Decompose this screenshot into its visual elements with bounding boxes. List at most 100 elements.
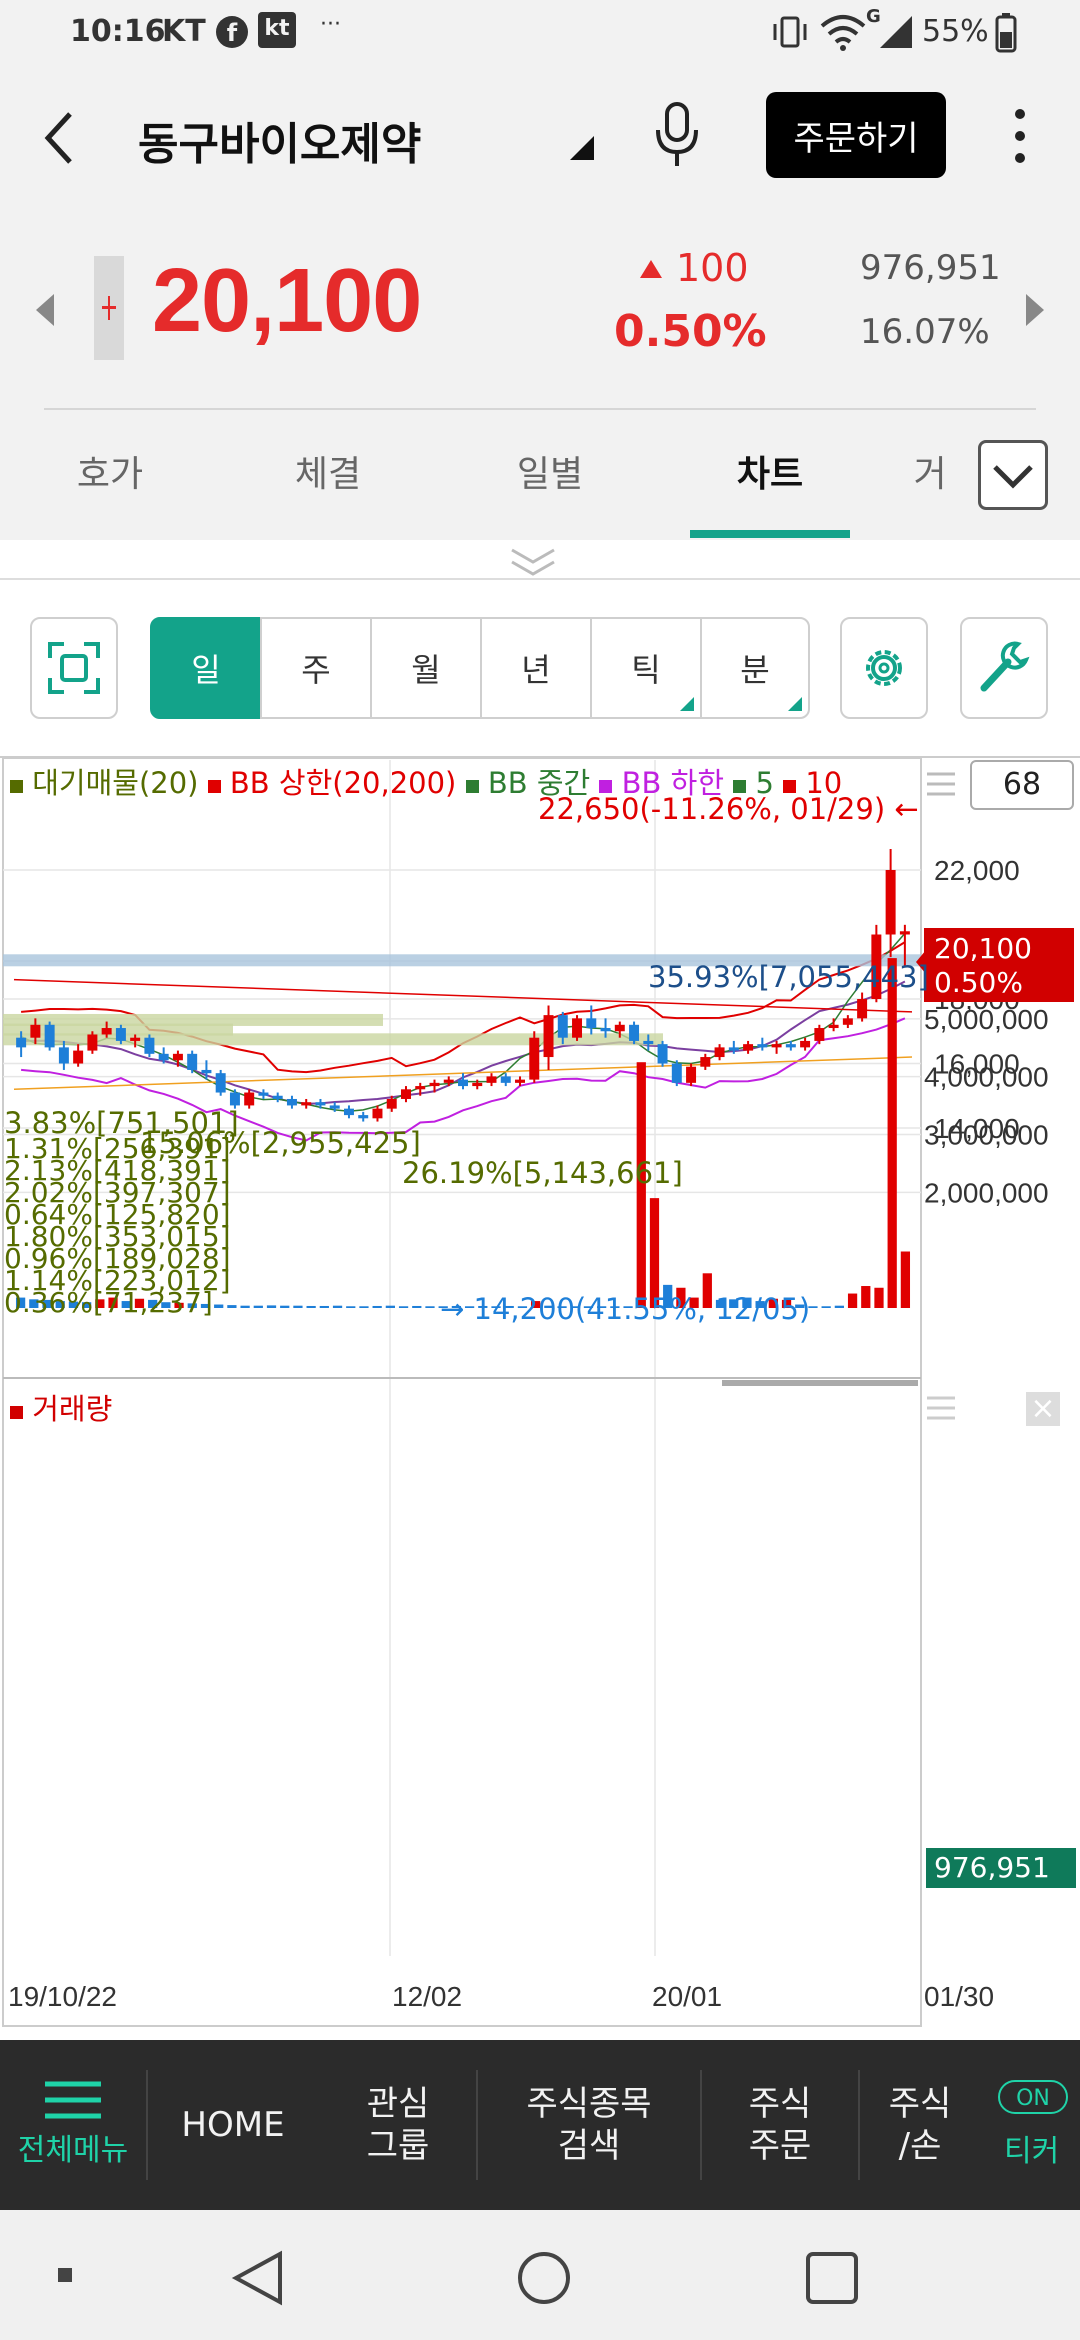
volume-tag: 976,951 <box>926 1848 1076 1888</box>
volume-bar <box>847 1293 858 1308</box>
fullscreen-button[interactable] <box>30 617 118 719</box>
tab-more[interactable]: 거 <box>900 445 960 497</box>
candle-body <box>500 1076 511 1083</box>
close-icon[interactable]: × <box>1026 1392 1060 1426</box>
candle-body <box>73 1050 84 1064</box>
candle-body <box>244 1092 255 1106</box>
candle-body <box>800 1040 811 1048</box>
candle-body <box>286 1098 297 1106</box>
order-button[interactable]: 주문하기 <box>766 92 946 178</box>
period-year-button[interactable]: 년 <box>480 617 592 719</box>
vibrate-icon <box>773 16 807 48</box>
candle-body <box>101 1028 112 1035</box>
volume-bar <box>266 1305 277 1308</box>
microphone-icon[interactable] <box>652 100 702 170</box>
battery-icon <box>995 13 1017 53</box>
tab-active-indicator <box>690 530 850 538</box>
trade-volume: 976,951 <box>860 248 1001 288</box>
nav-watchlist[interactable]: 관심 그룹 <box>320 2040 476 2210</box>
volume-bar <box>385 1305 395 1308</box>
volume-tick-label: 4,000,000 <box>924 1062 1049 1093</box>
volume-bar <box>293 1305 303 1308</box>
nav-separator <box>700 2070 702 2180</box>
nav-stock-pl[interactable]: 주식 /손 <box>860 2040 980 2210</box>
corner-triangle-icon <box>788 697 802 711</box>
tab-orderbook[interactable]: 호가 <box>40 445 180 497</box>
period-day-button[interactable]: 일 <box>150 617 262 719</box>
scroll-thumb[interactable] <box>722 1380 918 1386</box>
candle-body <box>857 999 868 1019</box>
candle-body <box>187 1053 198 1070</box>
candle-body <box>557 1015 568 1038</box>
period-minute-button[interactable]: 분 <box>700 617 810 719</box>
high-price-label: 22,650(-11.26%, 01/29) ← <box>538 792 919 826</box>
candle-body <box>258 1092 269 1096</box>
nav-all-menu[interactable]: 전체메뉴 <box>0 2040 146 2210</box>
candle-body <box>301 1102 312 1106</box>
fullscreen-icon <box>48 642 100 694</box>
back-arrow-icon[interactable] <box>40 108 80 168</box>
current-price: 20,100 <box>152 251 422 351</box>
nav-stock-order[interactable]: 주식 주문 <box>702 2040 858 2210</box>
candle-body <box>671 1063 682 1083</box>
volume-menu-icon[interactable] <box>924 1392 958 1424</box>
candle-body <box>771 1044 782 1048</box>
vp-small-labels: 1.31%[256,391] 2.13%[418,391] 2.02%[397,… <box>4 1132 231 1319</box>
nav-home[interactable]: HOME <box>148 2040 318 2210</box>
period-tick-button[interactable]: 틱 <box>590 617 702 719</box>
candle-body <box>885 870 896 935</box>
candle-body <box>87 1034 98 1051</box>
more-menu-icon[interactable] <box>1005 106 1035 166</box>
hamburger-icon <box>45 2081 101 2119</box>
candle-body <box>443 1079 454 1083</box>
candle-body <box>30 1024 41 1038</box>
tab-chart[interactable]: 차트 <box>700 445 840 497</box>
candle-body <box>472 1082 483 1087</box>
candle-body <box>329 1105 340 1109</box>
tools-button[interactable] <box>960 617 1048 719</box>
nav-recents-icon[interactable] <box>804 2250 860 2306</box>
price-change-pct: 0.50% <box>614 306 767 357</box>
tab-expand-button[interactable] <box>978 440 1048 510</box>
candle-body <box>229 1092 240 1106</box>
candle-body <box>828 1024 839 1029</box>
indicator-count-box[interactable]: 68 <box>970 760 1074 810</box>
stock-dropdown-icon[interactable] <box>568 134 596 162</box>
candle-body <box>586 1018 597 1029</box>
nav-separator <box>146 2070 148 2180</box>
volume-bar <box>821 1306 831 1308</box>
x-label-jan: 20/01 <box>652 1981 722 2012</box>
collapse-handle-icon[interactable] <box>508 546 558 578</box>
nav-stock-search[interactable]: 주식종목 검색 <box>478 2040 700 2210</box>
next-stock-icon[interactable] <box>1024 292 1046 328</box>
wrench-icon <box>980 641 1030 692</box>
volume-bar <box>372 1305 382 1308</box>
chart-frame <box>2 757 922 2027</box>
price-volume-chart[interactable]: 14,00016,00018,00022,0002,000,0003,000,0… <box>0 756 1080 2040</box>
prev-stock-icon[interactable] <box>34 292 56 328</box>
nav-back-icon[interactable] <box>230 2250 290 2306</box>
settings-button[interactable] <box>840 617 928 719</box>
corner-triangle-icon <box>680 697 694 711</box>
candle-body <box>315 1102 326 1106</box>
candle-body <box>814 1028 825 1041</box>
period-week-button[interactable]: 주 <box>260 617 372 719</box>
nav-separator <box>858 2070 860 2180</box>
stock-name[interactable]: 동구바이오제약 <box>138 108 421 172</box>
nav-home-icon[interactable] <box>516 2250 572 2306</box>
candle-body <box>572 1018 583 1038</box>
tab-trades[interactable]: 체결 <box>258 445 398 497</box>
candle-body <box>343 1108 354 1116</box>
chart-menu-icon[interactable] <box>924 768 958 800</box>
candle-body <box>686 1066 697 1083</box>
candle-body <box>172 1053 183 1061</box>
tab-daily[interactable]: 일별 <box>480 445 620 497</box>
ticker-toggle[interactable]: ON <box>998 2080 1068 2114</box>
chevron-down-icon <box>993 465 1033 489</box>
period-month-button[interactable]: 월 <box>370 617 482 719</box>
current-price-tag: 20,100 0.50% <box>924 928 1074 1002</box>
volume-bar <box>332 1305 343 1308</box>
volume-bar <box>240 1305 250 1308</box>
arrow-right-icon: → <box>440 1292 465 1326</box>
volume-bar <box>280 1305 290 1308</box>
